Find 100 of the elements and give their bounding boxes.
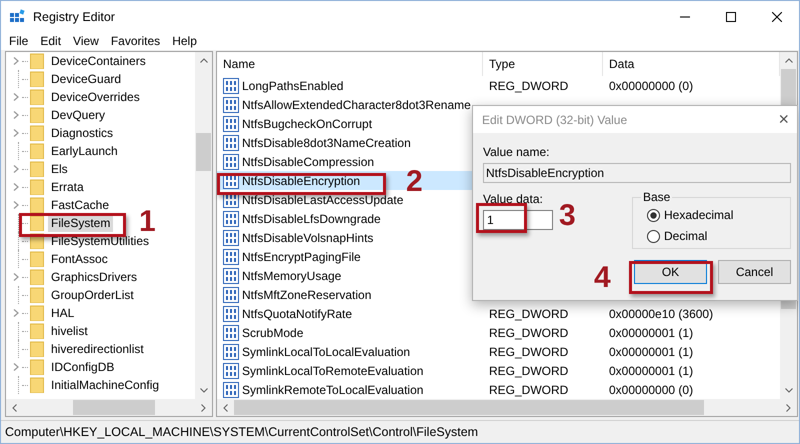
field-label: Value name: bbox=[483, 145, 550, 159]
binary-value-icon bbox=[223, 324, 239, 340]
value-type: REG_DWORD bbox=[489, 382, 568, 396]
value-name[interactable]: NtfsDisableVolsnapHints bbox=[242, 230, 374, 244]
menu-item[interactable]: File bbox=[3, 34, 34, 48]
step-number: 4 bbox=[594, 261, 611, 295]
value-name-field[interactable]: NtfsDisableEncryption bbox=[483, 163, 791, 183]
tree-item[interactable]: DeviceGuard bbox=[48, 70, 124, 88]
expand-icon[interactable] bbox=[13, 165, 19, 173]
radio-label[interactable]: Decimal bbox=[664, 229, 708, 243]
expand-icon[interactable] bbox=[13, 309, 19, 317]
menu-item[interactable]: Edit bbox=[34, 34, 68, 48]
maximize-icon[interactable] bbox=[726, 12, 736, 22]
scroll-thumb[interactable] bbox=[196, 133, 211, 171]
value-name[interactable]: NtfsMemoryUsage bbox=[242, 268, 342, 282]
registry-icon bbox=[9, 8, 25, 24]
tree-item[interactable]: FontAssoc bbox=[48, 250, 111, 268]
value-name[interactable]: NtfsMftZoneReservation bbox=[242, 288, 372, 302]
value-name[interactable]: NtfsDisableEncryption bbox=[242, 174, 360, 188]
value-name[interactable]: LongPathsEnabled bbox=[242, 78, 344, 92]
scroll-thumb[interactable] bbox=[234, 400, 704, 415]
value-name[interactable]: ScrubMode bbox=[242, 326, 304, 340]
scrollbar[interactable] bbox=[217, 399, 797, 416]
expand-icon[interactable] bbox=[13, 363, 19, 371]
value-type: REG_DWORD bbox=[489, 364, 568, 378]
scroll-thumb[interactable] bbox=[73, 400, 155, 415]
binary-value-icon bbox=[223, 306, 239, 322]
tree-item[interactable]: IDConfigDB bbox=[48, 358, 118, 376]
value-type: REG_DWORD bbox=[489, 326, 568, 340]
tree-item[interactable]: InitialMachineConfig bbox=[48, 376, 162, 394]
value-name[interactable]: NtfsDisableLastAccessUpdate bbox=[242, 192, 404, 206]
expand-icon[interactable] bbox=[13, 183, 19, 191]
expand-icon[interactable] bbox=[13, 201, 19, 209]
scroll-up-icon[interactable] bbox=[784, 58, 792, 63]
folder-icon bbox=[30, 287, 44, 303]
tree-item[interactable]: Errata bbox=[48, 178, 87, 196]
dialog-button[interactable]: Cancel bbox=[718, 260, 791, 284]
column-header[interactable]: Type bbox=[483, 52, 603, 76]
menu-item[interactable]: Favorites bbox=[104, 34, 166, 48]
menu-item[interactable]: View bbox=[67, 34, 105, 48]
tree-item[interactable]: GroupOrderList bbox=[48, 286, 137, 304]
close-icon[interactable] bbox=[772, 12, 782, 22]
folder-icon bbox=[30, 107, 44, 123]
value-name[interactable]: NtfsQuotaNotifyRate bbox=[242, 306, 352, 320]
tree-item[interactable]: hiveredirectionlist bbox=[48, 340, 147, 358]
tree-item[interactable]: HAL bbox=[48, 304, 78, 322]
value-type: REG_DWORD bbox=[489, 306, 568, 320]
folder-icon bbox=[30, 269, 44, 285]
menu-item[interactable]: Help bbox=[166, 34, 203, 48]
scroll-down-icon[interactable] bbox=[784, 388, 792, 393]
window-title: Registry Editor bbox=[33, 10, 115, 24]
value-type: REG_DWORD bbox=[489, 78, 568, 92]
folder-icon bbox=[30, 359, 44, 375]
tree-item[interactable]: Els bbox=[48, 160, 71, 178]
step-number: 2 bbox=[406, 165, 423, 199]
tree-item[interactable]: Diagnostics bbox=[48, 124, 116, 142]
binary-value-icon bbox=[223, 78, 239, 94]
expand-icon[interactable] bbox=[13, 129, 19, 137]
close-button[interactable]: × bbox=[778, 109, 789, 130]
value-data: 0x00000001 (1) bbox=[609, 364, 694, 378]
value-name[interactable]: SymlinkLocalToLocalEvaluation bbox=[242, 344, 410, 358]
expand-icon[interactable] bbox=[13, 57, 19, 65]
value-name[interactable]: NtfsAllowExtendedCharacter8dot3Rename bbox=[242, 98, 471, 112]
binary-value-icon bbox=[223, 286, 239, 302]
column-header[interactable]: Name bbox=[217, 52, 483, 76]
field-label: Value data: bbox=[483, 192, 544, 206]
folder-icon bbox=[30, 323, 44, 339]
tree-item[interactable]: EarlyLaunch bbox=[48, 142, 121, 160]
expand-icon[interactable] bbox=[13, 273, 19, 281]
scroll-right-icon[interactable] bbox=[786, 404, 791, 412]
value-name[interactable]: SymlinkRemoteToLocalEvaluation bbox=[242, 382, 424, 396]
scrollbar[interactable] bbox=[195, 52, 212, 399]
scroll-left-icon[interactable] bbox=[12, 404, 17, 412]
scroll-up-icon[interactable] bbox=[200, 58, 208, 63]
value-name[interactable]: SymlinkLocalToRemoteEvaluation bbox=[242, 364, 424, 378]
value-data-field[interactable]: 1 bbox=[483, 210, 553, 230]
tree-item[interactable]: DeviceOverrides bbox=[48, 88, 143, 106]
radio-button[interactable] bbox=[647, 208, 660, 222]
scroll-right-icon[interactable] bbox=[201, 404, 206, 412]
tree-item[interactable]: FastCache bbox=[48, 196, 112, 214]
tree-item[interactable]: GraphicsDrivers bbox=[48, 268, 140, 286]
tree-item[interactable]: hivelist bbox=[48, 322, 91, 340]
scroll-down-icon[interactable] bbox=[200, 388, 208, 393]
status-path: Computer\HKEY_LOCAL_MACHINE\SYSTEM\CurrentControlSet\Control\FileSystem bbox=[5, 425, 478, 439]
group-label: Base bbox=[641, 190, 672, 204]
tree-item[interactable]: DeviceContainers bbox=[48, 52, 149, 70]
value-name[interactable]: NtfsDisable8dot3NameCreation bbox=[242, 136, 411, 150]
radio-button[interactable] bbox=[647, 230, 660, 242]
value-name[interactable]: NtfsBugcheckOnCorrupt bbox=[242, 116, 372, 130]
scroll-left-icon[interactable] bbox=[223, 404, 228, 412]
binary-value-icon bbox=[223, 116, 239, 132]
value-name[interactable]: NtfsDisableCompression bbox=[242, 154, 374, 168]
tree-item[interactable]: DevQuery bbox=[48, 106, 108, 124]
folder-icon bbox=[30, 377, 44, 393]
value-name[interactable]: NtfsEncryptPagingFile bbox=[242, 250, 361, 264]
radio-label[interactable]: Hexadecimal bbox=[664, 208, 734, 222]
expand-icon[interactable] bbox=[13, 111, 19, 119]
expand-icon[interactable] bbox=[13, 93, 19, 101]
scrollbar[interactable] bbox=[6, 399, 212, 416]
value-name[interactable]: NtfsDisableLfsDowngrade bbox=[242, 212, 381, 226]
